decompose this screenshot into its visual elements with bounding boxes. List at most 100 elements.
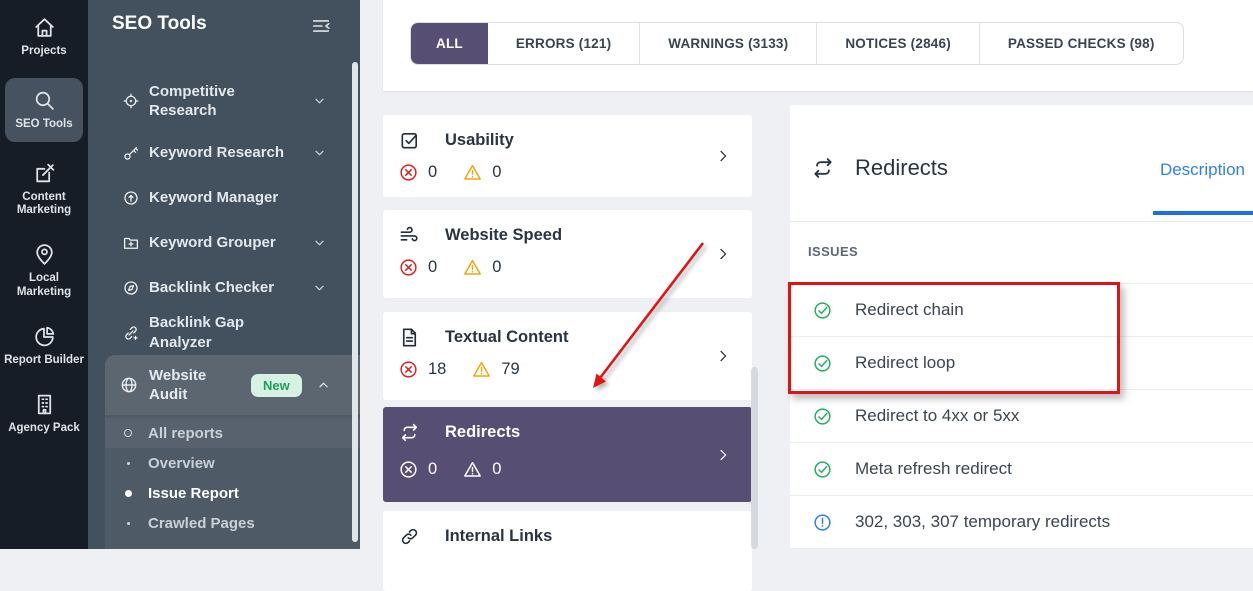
wind-icon — [398, 224, 421, 247]
document-icon — [398, 326, 421, 349]
issue-category-list: Usability 0 0 Website Speed 0 0 Textual Conten… — [383, 115, 752, 591]
rail-item-seo-tools[interactable]: SEO Tools — [5, 77, 83, 142]
category-list-scrollbar[interactable] — [751, 367, 758, 549]
category-card-website-speed[interactable]: Website Speed 0 0 — [383, 210, 752, 298]
new-badge: New — [251, 373, 302, 397]
category-card-redirects[interactable]: Redirects 0 0 — [383, 407, 752, 502]
submenu-item-label: Overview — [148, 454, 215, 472]
card-header: Website Speed — [398, 224, 562, 247]
warnings-count: 0 — [492, 258, 502, 276]
triangle-warn-icon — [471, 359, 492, 380]
search-icon — [32, 88, 57, 113]
rail-item-content-marketing[interactable]: Content Marketing — [4, 156, 84, 224]
chevron-up-icon — [315, 377, 332, 394]
issue-row[interactable]: Redirect chain — [790, 284, 1253, 337]
sidebar-item-label: Keyword Manager — [149, 188, 279, 206]
circle-x-icon — [398, 459, 419, 480]
issue-row[interactable]: Meta refresh redirect — [790, 443, 1253, 496]
sidebar-item-keyword-grouper[interactable]: Keyword Grouper — [88, 220, 360, 265]
sidebar-title: SEO Tools — [112, 13, 207, 34]
rail-item-local-marketing[interactable]: Local Marketing — [4, 237, 84, 305]
submenu-item-label: All reports — [148, 424, 224, 442]
compass-icon — [122, 279, 140, 297]
checkbox-icon — [398, 129, 421, 152]
sidebar-item-competitive-research[interactable]: Competitive Research — [88, 72, 360, 130]
sidebar-scrollbar[interactable] — [352, 62, 358, 542]
rail-item-projects[interactable]: Projects — [4, 10, 84, 64]
card-header: Redirects — [398, 421, 520, 444]
warnings-count: 0 — [492, 163, 502, 181]
issue-row[interactable]: Redirect to 4xx or 5xx — [790, 390, 1253, 443]
panel-header: Redirects Description — [790, 105, 1253, 222]
circle-up-icon — [122, 189, 140, 207]
submenu-marker — [124, 489, 132, 497]
rail-item-label: Local Marketing — [16, 272, 72, 298]
issue-row[interactable]: 302, 303, 307 temporary redirects — [790, 496, 1253, 549]
category-card-usability[interactable]: Usability 0 0 — [383, 115, 752, 197]
card-title: Usability — [445, 131, 514, 149]
issue-label: Redirect chain — [855, 300, 964, 319]
rail-item-label: Content Marketing — [16, 190, 72, 217]
rail-item-agency-pack[interactable]: Agency Pack — [4, 387, 84, 441]
panel-title-row: Redirects — [810, 155, 948, 181]
triangle-warn-icon — [462, 459, 483, 480]
issue-label: Redirect loop — [855, 353, 956, 372]
submenu-item-issue-report[interactable]: Issue Report — [105, 478, 360, 508]
errors-count: 0 — [428, 258, 438, 276]
issues-filter-header: ALL ERRORS (121) WARNINGS (3133) NOTICES (2… — [383, 0, 1253, 91]
info-circle-icon — [812, 512, 833, 533]
tab-passed-checks[interactable]: PASSED CHECKS (98) — [978, 23, 1183, 64]
redirects-icon — [810, 155, 836, 181]
sidebar-item-label: Keyword Grouper — [149, 233, 276, 251]
key-icon — [122, 144, 140, 162]
tab-errors[interactable]: ERRORS (121) — [488, 23, 639, 64]
category-card-internal-links[interactable]: Internal Links — [383, 511, 752, 591]
globe-icon — [119, 375, 139, 395]
tab-warnings[interactable]: WARNINGS (3133) — [639, 23, 816, 64]
description-tab[interactable]: Description — [1160, 160, 1245, 180]
sidebar-item-label: Keyword Research — [149, 143, 285, 161]
issue-row[interactable]: Redirect loop — [790, 337, 1253, 390]
sidebar-item-backlink-gap-analyzer[interactable]: Backlink Gap Analyzer — [88, 310, 360, 355]
sidebar-header: SEO Tools — [88, 0, 360, 48]
triangle-warn-icon — [462, 162, 483, 183]
category-card-textual-content[interactable]: Textual Content 18 79 — [383, 312, 752, 400]
sidebar-item-keyword-research[interactable]: Keyword Research — [88, 130, 360, 175]
main-content: ALL ERRORS (121) WARNINGS (3133) NOTICES (2… — [360, 0, 1253, 591]
sidebar-item-label: Backlink Checker — [149, 278, 275, 296]
warnings-count: 0 — [492, 460, 502, 478]
card-title: Internal Links — [445, 527, 553, 545]
seo-tools-sidebar: SEO Tools Competitive Research Keyword Re… — [88, 0, 360, 549]
submenu-item-label: Crawled Pages — [148, 514, 255, 532]
card-stats: 00 — [398, 162, 501, 183]
issue-label: Meta refresh redirect — [855, 459, 1012, 478]
sidebar-menu: Competitive Research Keyword Research Keyw… — [88, 48, 360, 355]
submenu-marker — [124, 429, 132, 437]
rail-item-report-builder[interactable]: Report Builder — [4, 319, 84, 373]
submenu-item-crawled-pages[interactable]: Crawled Pages — [105, 508, 360, 538]
submenu-item-overview[interactable]: Overview — [105, 448, 360, 478]
compose-icon — [32, 161, 57, 186]
tab-all[interactable]: ALL — [411, 23, 488, 64]
sidebar-item-backlink-checker[interactable]: Backlink Checker — [88, 265, 360, 310]
link-plus-icon — [122, 324, 140, 342]
card-stats: 00 — [398, 459, 501, 480]
sidebar-item-website-audit[interactable]: Website Audit New — [105, 355, 360, 415]
issues-section-label: ISSUES — [808, 244, 859, 259]
chevron-right-icon — [715, 148, 732, 165]
submenu-item-all-reports[interactable]: All reports — [105, 418, 360, 448]
primary-nav-rail: Projects SEO Tools Content Marketing Local … — [0, 0, 88, 549]
triangle-warn-icon — [462, 257, 483, 278]
rail-item-label: Report Builder — [4, 353, 84, 366]
rail-item-label: Agency Pack — [8, 421, 80, 434]
chevron-right-icon — [715, 246, 732, 263]
chevron-right-icon — [715, 446, 732, 463]
card-title: Redirects — [445, 423, 521, 441]
sidebar-item-keyword-manager[interactable]: Keyword Manager — [88, 175, 360, 220]
card-title: Textual Content — [445, 328, 569, 346]
collapse-sidebar-icon[interactable] — [310, 15, 332, 37]
folder-plus-icon — [122, 234, 140, 252]
check-circle-icon — [812, 300, 833, 321]
tab-notices[interactable]: NOTICES (2846) — [816, 23, 979, 64]
issue-label: Redirect to 4xx or 5xx — [855, 406, 1020, 425]
